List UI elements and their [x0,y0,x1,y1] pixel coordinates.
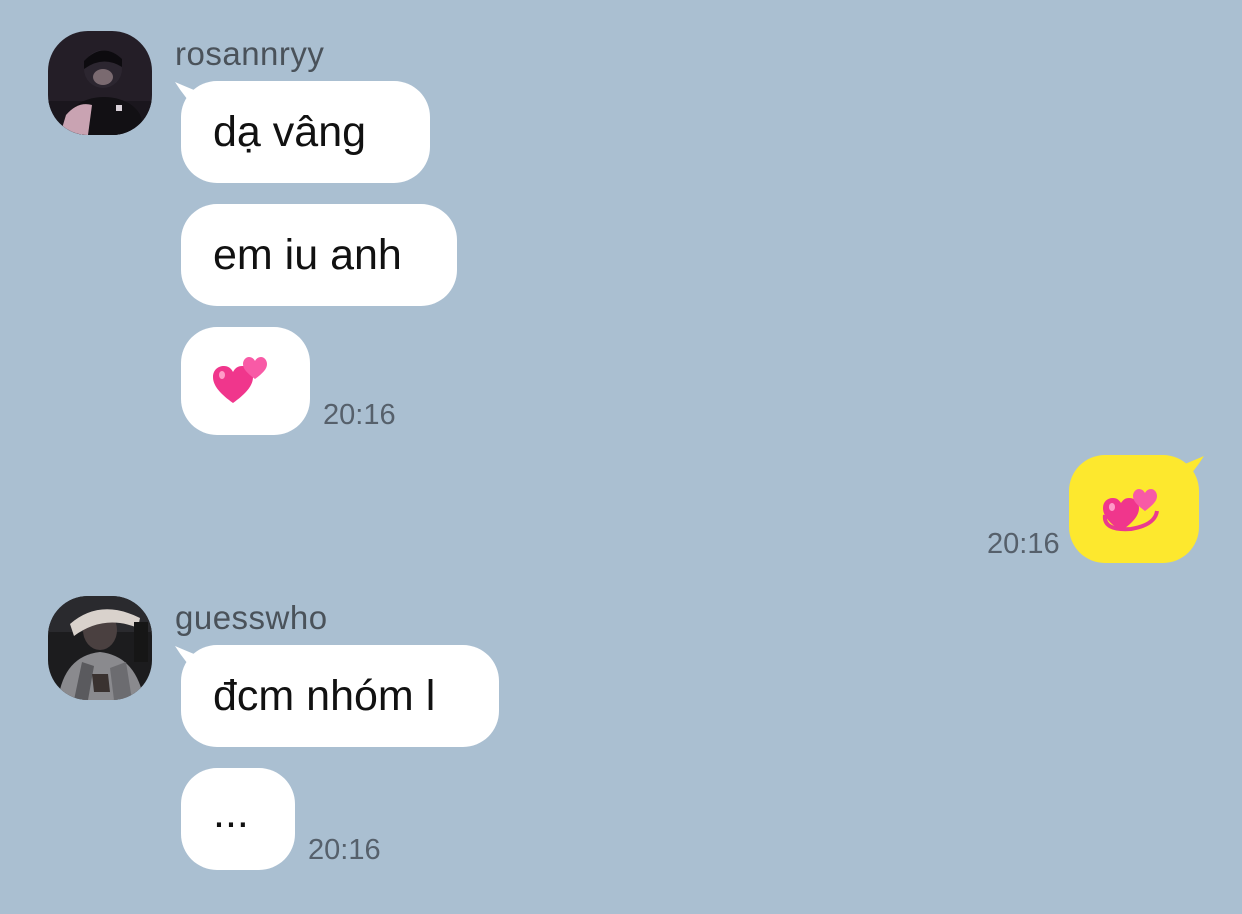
message-bubble-outgoing[interactable] [1069,455,1199,563]
two-hearts-icon [213,357,267,403]
profile-photo-icon [48,596,152,700]
avatar-guesswho[interactable] [48,596,152,700]
profile-photo-icon [48,31,152,135]
message-bubble[interactable] [181,327,310,435]
message-time: 20:16 [987,528,1060,560]
message-time: 20:16 [308,834,381,866]
message-time: 20:16 [323,399,396,431]
message-bubble[interactable]: dạ vâng [181,81,430,183]
sender-name: guesswho [175,599,328,636]
message-bubble[interactable]: em iu anh [181,204,457,306]
message-text: ... [213,788,249,837]
message-bubble[interactable]: ... [181,768,295,870]
message-text: dạ vâng [213,107,367,156]
revolving-hearts-icon [1102,489,1159,532]
avatar-rosannryy[interactable] [48,31,152,135]
message-bubble[interactable]: đcm nhóm l [181,645,499,747]
message-text: em iu anh [213,230,402,279]
sender-name: rosannryy [175,35,325,72]
message-text: đcm nhóm l [213,671,436,720]
